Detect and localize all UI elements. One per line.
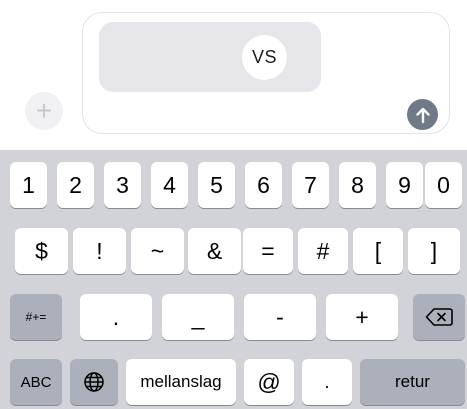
key-bracket-left[interactable]: [ <box>353 228 403 274</box>
key-underscore[interactable]: _ <box>162 294 234 340</box>
return-key[interactable]: retur <box>360 359 465 405</box>
symbols-mode-key[interactable]: #+= <box>10 294 62 340</box>
abc-key[interactable]: ABC <box>10 359 62 405</box>
key-plus[interactable]: + <box>326 294 398 340</box>
globe-key[interactable] <box>70 359 118 405</box>
delete-backspace-icon <box>425 308 453 326</box>
key-9[interactable]: 9 <box>386 162 423 208</box>
key-bracket-right[interactable]: ] <box>408 228 460 274</box>
key-4[interactable]: 4 <box>151 162 188 208</box>
space-key[interactable]: mellanslag <box>126 359 236 405</box>
key-tilde[interactable]: ~ <box>131 228 184 274</box>
key-8[interactable]: 8 <box>339 162 376 208</box>
key-5[interactable]: 5 <box>198 162 235 208</box>
add-attachment-button[interactable]: + <box>25 92 63 130</box>
arrow-up-icon <box>415 107 430 123</box>
key-equals[interactable]: = <box>243 228 293 274</box>
vs-badge: VS <box>242 35 287 80</box>
key-ampersand[interactable]: & <box>188 228 241 274</box>
keyboard: 1 2 3 4 5 6 7 8 9 0 $ ! ~ & = # [ ] #+= … <box>0 150 467 409</box>
globe-icon <box>84 372 104 392</box>
key-2[interactable]: 2 <box>57 162 94 208</box>
delete-key[interactable] <box>413 294 465 340</box>
plus-icon: + <box>35 95 53 126</box>
key-exclamation[interactable]: ! <box>73 228 126 274</box>
key-6[interactable]: 6 <box>245 162 282 208</box>
key-period[interactable]: . <box>80 294 152 340</box>
key-7[interactable]: 7 <box>292 162 329 208</box>
key-hash[interactable]: # <box>298 228 348 274</box>
key-3[interactable]: 3 <box>104 162 141 208</box>
message-compose-area: + VS <box>0 0 467 150</box>
message-input-field[interactable]: VS <box>82 12 450 134</box>
dot-key[interactable]: . <box>302 359 352 405</box>
attachment-preview[interactable]: VS <box>99 22 321 92</box>
key-1[interactable]: 1 <box>10 162 47 208</box>
key-hyphen[interactable]: - <box>244 294 316 340</box>
send-button[interactable] <box>407 99 438 130</box>
key-dollar[interactable]: $ <box>15 228 68 274</box>
key-0[interactable]: 0 <box>425 162 462 208</box>
at-key[interactable]: @ <box>244 359 294 405</box>
